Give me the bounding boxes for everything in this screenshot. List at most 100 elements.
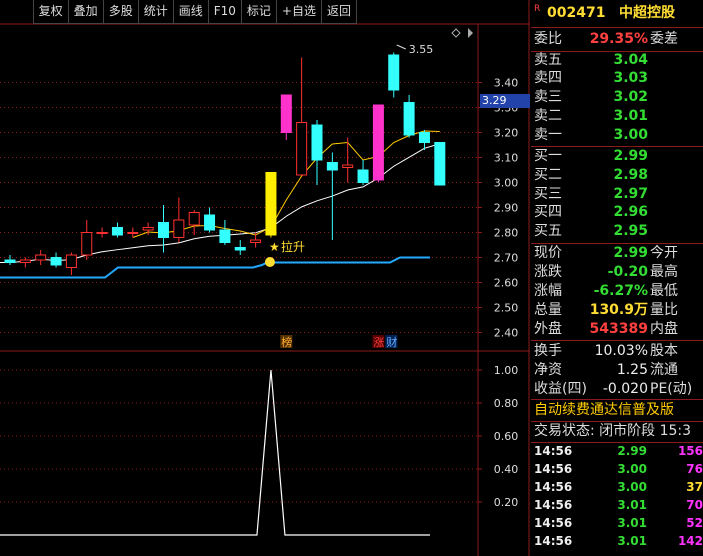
y-tick-label: 2.50 [494,302,519,315]
y-tick-label: 2.80 [494,227,519,240]
stat-row: 外盘 543389 内盘 [531,318,703,341]
tick-price: 3.01 [617,534,647,548]
tick-volume: 142 [677,534,703,548]
candle-body [250,239,262,243]
cai-marker: 财 [386,335,397,349]
chart-toolbar: 复权 叠加 多股 统计 画线 F10 标记 +自选 返回 [32,0,357,24]
tick-price: 2.99 [617,444,647,458]
weicha-label: 委差 [650,31,678,47]
star-icon: ★ [269,240,280,254]
draw-line-button[interactable]: 画线 [172,0,209,24]
candle-body [50,257,62,266]
signal-label: 拉升 [281,239,305,254]
tick-row: 14:56 2.99 156 [531,442,703,460]
candle-body [357,169,369,183]
candle-body [111,227,123,236]
sub-tick-label: 0.60 [494,430,519,443]
tick-time: 14:56 [534,534,573,548]
y-tick-label: 2.70 [494,252,519,265]
stock-name[interactable]: 中超控股 [619,2,675,25]
play-icon [468,28,473,38]
multi-stock-button[interactable]: 多股 [102,0,139,24]
tick-volume: 70 [686,498,703,512]
mark-button[interactable]: 标记 [240,0,277,24]
candle-body [158,222,169,238]
stat-row: 收益(四) -0.020 PE(动) [531,378,703,401]
candle-body [372,104,384,181]
y-tick-label: 3.20 [494,127,519,140]
candle-body [142,227,154,231]
add-watchlist-button[interactable]: +自选 [275,0,322,24]
y-tick-label: 2.60 [494,277,519,290]
sub-tick-label: 1.00 [494,364,519,377]
tick-row: 14:56 3.00 37 [531,478,703,496]
tick-time: 14:56 [534,462,573,476]
stat-label-2: 内盘 [650,321,678,337]
sell-1-row[interactable]: 卖一 3.00 [531,124,703,147]
tick-volume: 156 [677,444,703,458]
tick-row: 14:56 3.01 70 [531,496,703,514]
tick-volume: 37 [686,480,703,494]
overlay-button[interactable]: 叠加 [67,0,104,24]
tick-price: 3.01 [617,498,647,512]
y-tick-label: 3.40 [494,77,519,90]
bang-marker: 榜 [281,335,292,349]
y-tick-label: 3.10 [494,152,519,165]
kline-chart[interactable]: 3.403.303.203.103.002.902.802.702.602.50… [0,0,530,556]
kline-chart-area[interactable]: 3.40 3.30 3.20 3.10 3.00 2.90 2.80 2.70 2.60 2.50… [0,0,530,556]
tick-volume: 52 [686,516,703,530]
renew-banner-text[interactable]: 自动续费通达信普及版 [534,399,674,422]
candle-body [296,122,308,176]
sell-1-price: 3.00 [613,127,648,143]
high-label: 3.55 [409,43,434,56]
tick-price: 3.01 [617,516,647,530]
candle-body [19,259,31,263]
tick-row: 14:56 3.00 76 [531,460,703,478]
y-tick-label: 2.40 [494,327,519,340]
candle-body [188,212,200,226]
tick-row: 14:56 3.01 52 [531,514,703,532]
candle-body [173,219,185,238]
weibi-label: 委比 [534,31,562,47]
diamond-icon [451,28,461,38]
candle-body [265,172,277,236]
stock-code[interactable]: 002471 [547,2,605,25]
stock-code-prefix: R [534,4,541,14]
tick-time: 14:56 [534,516,573,530]
fuquan-button[interactable]: 复权 [32,0,69,24]
candle-body [342,164,354,168]
buy-5-row[interactable]: 买五 2.95 [531,220,703,243]
trade-status: 交易状态: 闭市阶段 15:3 [531,420,703,443]
tick-time: 14:56 [534,498,573,512]
buy-5-price: 2.95 [613,223,648,239]
candle-body [326,162,338,171]
candle-body [204,214,216,231]
sell-1-label: 卖一 [534,127,562,143]
coin-icon [264,257,275,267]
stock-header: R 002471 中超控股 [531,2,703,25]
candle-body [35,254,47,261]
tick-price: 3.00 [617,462,647,476]
renew-banner[interactable]: 自动续费通达信普及版 [531,399,703,422]
candle-body [81,232,93,256]
stat-value: 543389 [589,321,648,337]
f10-button[interactable]: F10 [207,0,242,24]
candle-body [234,247,246,251]
candle-body [127,232,139,234]
candle-body [280,94,292,133]
back-button[interactable]: 返回 [320,0,357,24]
candle-body [96,232,108,234]
sub-tick-label: 0.80 [494,397,519,410]
candle-body [311,124,323,161]
zhang-marker: 涨 [373,336,384,349]
tick-row: 14:56 3.01 142 [531,532,703,550]
statistics-button[interactable]: 统计 [137,0,174,24]
high-pointer [396,44,406,50]
tick-time: 14:56 [534,444,573,458]
candle-body [219,229,231,243]
y-tick-label: 2.90 [494,202,519,215]
weibi-row: 委比 29.35% 委差 [531,28,703,51]
quote-panel: R 002471 中超控股 委比 29.35% 委差 卖五 3.04 卖四 3.… [531,0,703,556]
candle-body [4,259,16,263]
sub-tick-label: 0.40 [494,463,519,476]
